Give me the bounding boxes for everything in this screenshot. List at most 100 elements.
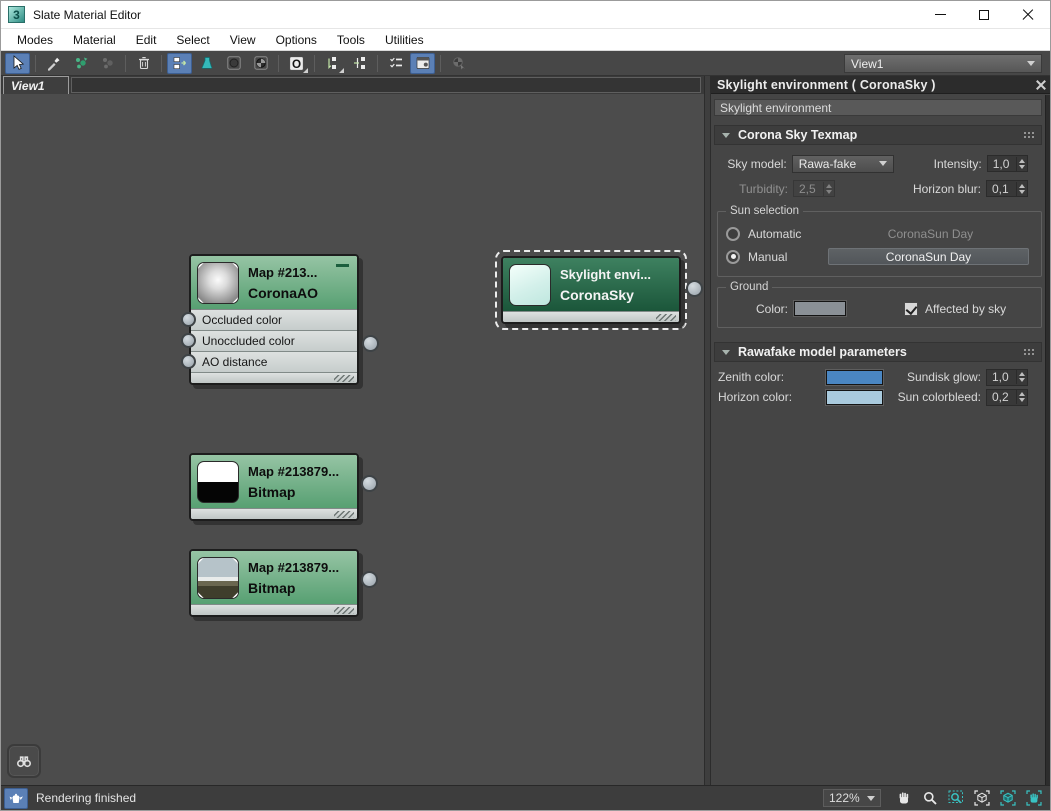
collapse-node-icon[interactable]: [336, 264, 349, 267]
manual-sun-button[interactable]: CoronaSun Day: [828, 248, 1029, 265]
green-splat-icon: [75, 57, 87, 69]
node-coronaao[interactable]: Map #213... CoronaAO Occluded color Unoc…: [181, 254, 379, 385]
tab-view1[interactable]: View1: [3, 76, 69, 94]
sample-type-button[interactable]: O: [284, 53, 309, 74]
spinner-arrows-icon[interactable]: [1016, 370, 1027, 384]
panel-splitter[interactable]: [704, 76, 711, 787]
layout-children-button[interactable]: [347, 53, 372, 74]
menu-select[interactable]: Select: [166, 31, 219, 49]
ground-color-label: Color:: [755, 301, 788, 316]
zoom-extents-button[interactable]: [970, 788, 993, 809]
horizon-blur-spinner[interactable]: 0,1: [986, 180, 1028, 197]
zoom-extents-selected-button[interactable]: [996, 788, 1019, 809]
pick-material-button[interactable]: [41, 53, 66, 74]
material-id-channel-button[interactable]: [383, 53, 408, 74]
delete-selected-button[interactable]: [131, 53, 156, 74]
sun-selection-legend: Sun selection: [726, 205, 804, 217]
minimize-button[interactable]: [918, 1, 962, 28]
node-bitmap-2[interactable]: Map #213879... Bitmap: [189, 549, 378, 617]
select-tool-button[interactable]: [5, 52, 30, 74]
sky-model-dropdown[interactable]: Rawa-fake: [791, 154, 895, 173]
zenith-color-swatch[interactable]: [826, 369, 883, 385]
spinner-arrows-icon[interactable]: [1016, 156, 1027, 171]
pan-tool-button[interactable]: [892, 788, 915, 809]
zoom-tool-button[interactable]: [918, 788, 941, 809]
view-selector-dropdown[interactable]: View1: [844, 54, 1042, 73]
rollout-header[interactable]: Corona Sky Texmap: [714, 125, 1042, 145]
ground-color-swatch[interactable]: [794, 301, 846, 316]
title-bar: 3 Slate Material Editor: [1, 1, 1050, 29]
parameter-editor-toggle-button[interactable]: [410, 52, 435, 74]
horizon-blur-label: Horizon blur:: [912, 181, 981, 196]
sun-colorbleed-spinner[interactable]: 0,2: [986, 388, 1028, 406]
menu-view[interactable]: View: [220, 31, 266, 49]
menu-tools[interactable]: Tools: [327, 31, 375, 49]
put-material-button[interactable]: [95, 53, 120, 74]
show-background-button[interactable]: [221, 53, 246, 74]
node-title: Map #213879...: [248, 464, 340, 479]
background-checker-button[interactable]: [248, 53, 273, 74]
automatic-label: Automatic: [748, 226, 802, 241]
layout-all-button[interactable]: [320, 53, 345, 74]
horizon-color-swatch[interactable]: [826, 389, 883, 405]
render-status-button[interactable]: [4, 787, 28, 809]
zoom-level-dropdown[interactable]: 122%: [823, 789, 881, 807]
chevron-down-icon: [867, 795, 875, 801]
3dsmax-logo-icon: 3: [8, 6, 25, 23]
navigator-button[interactable]: [7, 744, 41, 778]
slot-label: AO distance: [202, 355, 268, 369]
node-title: Skylight envi...: [560, 267, 652, 282]
teal-bucket-icon: [201, 57, 212, 69]
main-toolbar: O View1: [1, 51, 1050, 76]
output-socket[interactable]: [362, 335, 379, 352]
spinner-arrows-icon[interactable]: [1016, 390, 1027, 404]
select-by-material-button[interactable]: [446, 53, 471, 74]
ground-legend: Ground: [726, 281, 773, 293]
panel-close-button[interactable]: [1036, 79, 1046, 90]
assign-material-button[interactable]: [68, 53, 93, 74]
menu-options[interactable]: Options: [266, 31, 327, 49]
resize-grip-icon[interactable]: [334, 375, 354, 382]
node-skylight[interactable]: Skylight envi... CoronaSky: [501, 256, 703, 324]
sundisk-glow-spinner[interactable]: 1,0: [986, 368, 1028, 386]
output-socket[interactable]: [361, 475, 378, 492]
trash-icon: [138, 57, 149, 70]
menu-modes[interactable]: Modes: [7, 31, 63, 49]
rollout-header[interactable]: Rawafake model parameters: [714, 342, 1042, 362]
hide-unused-nodeslots-button[interactable]: [194, 53, 219, 74]
maximize-button[interactable]: [962, 1, 1006, 28]
node-graph-canvas[interactable]: Map #213... CoronaAO Occluded color Unoc…: [1, 94, 704, 787]
move-children-button[interactable]: [167, 52, 192, 74]
zoom-region-button[interactable]: [944, 788, 967, 809]
output-socket[interactable]: [686, 280, 703, 297]
zoom-extents-icon: [973, 790, 990, 806]
intensity-spinner[interactable]: 1,0: [986, 155, 1028, 172]
resize-grip-icon[interactable]: [656, 314, 676, 321]
manual-radio[interactable]: [726, 249, 740, 264]
material-name-field[interactable]: Skylight environment: [714, 99, 1042, 116]
node-subtitle: CoronaSky: [560, 287, 634, 303]
maximize-icon: [979, 9, 989, 20]
output-socket[interactable]: [361, 571, 378, 588]
status-bar: Rendering finished 122%: [1, 785, 1050, 810]
pan-to-selected-button[interactable]: [1022, 788, 1045, 809]
menu-edit[interactable]: Edit: [126, 31, 167, 49]
pan-selected-hand-icon: [1025, 790, 1042, 806]
zenith-color-label: Zenith color:: [718, 370, 785, 384]
input-socket[interactable]: [181, 354, 196, 369]
resize-grip-icon[interactable]: [334, 607, 354, 614]
node-bitmap-1[interactable]: Map #213879... Bitmap: [189, 453, 378, 521]
intensity-label: Intensity:: [933, 156, 982, 171]
input-socket[interactable]: [181, 312, 196, 327]
node-resize-strip: [191, 372, 357, 383]
panel-scrollbar[interactable]: [1045, 95, 1050, 787]
view-selector-value: View1: [851, 56, 884, 71]
affected-by-sky-checkbox[interactable]: [904, 301, 918, 316]
close-button[interactable]: [1006, 1, 1050, 28]
spinner-arrows-icon[interactable]: [1016, 181, 1027, 196]
menu-material[interactable]: Material: [63, 31, 126, 49]
input-socket[interactable]: [181, 333, 196, 348]
resize-grip-icon[interactable]: [334, 511, 354, 518]
automatic-radio[interactable]: [726, 226, 740, 241]
menu-utilities[interactable]: Utilities: [375, 31, 434, 49]
